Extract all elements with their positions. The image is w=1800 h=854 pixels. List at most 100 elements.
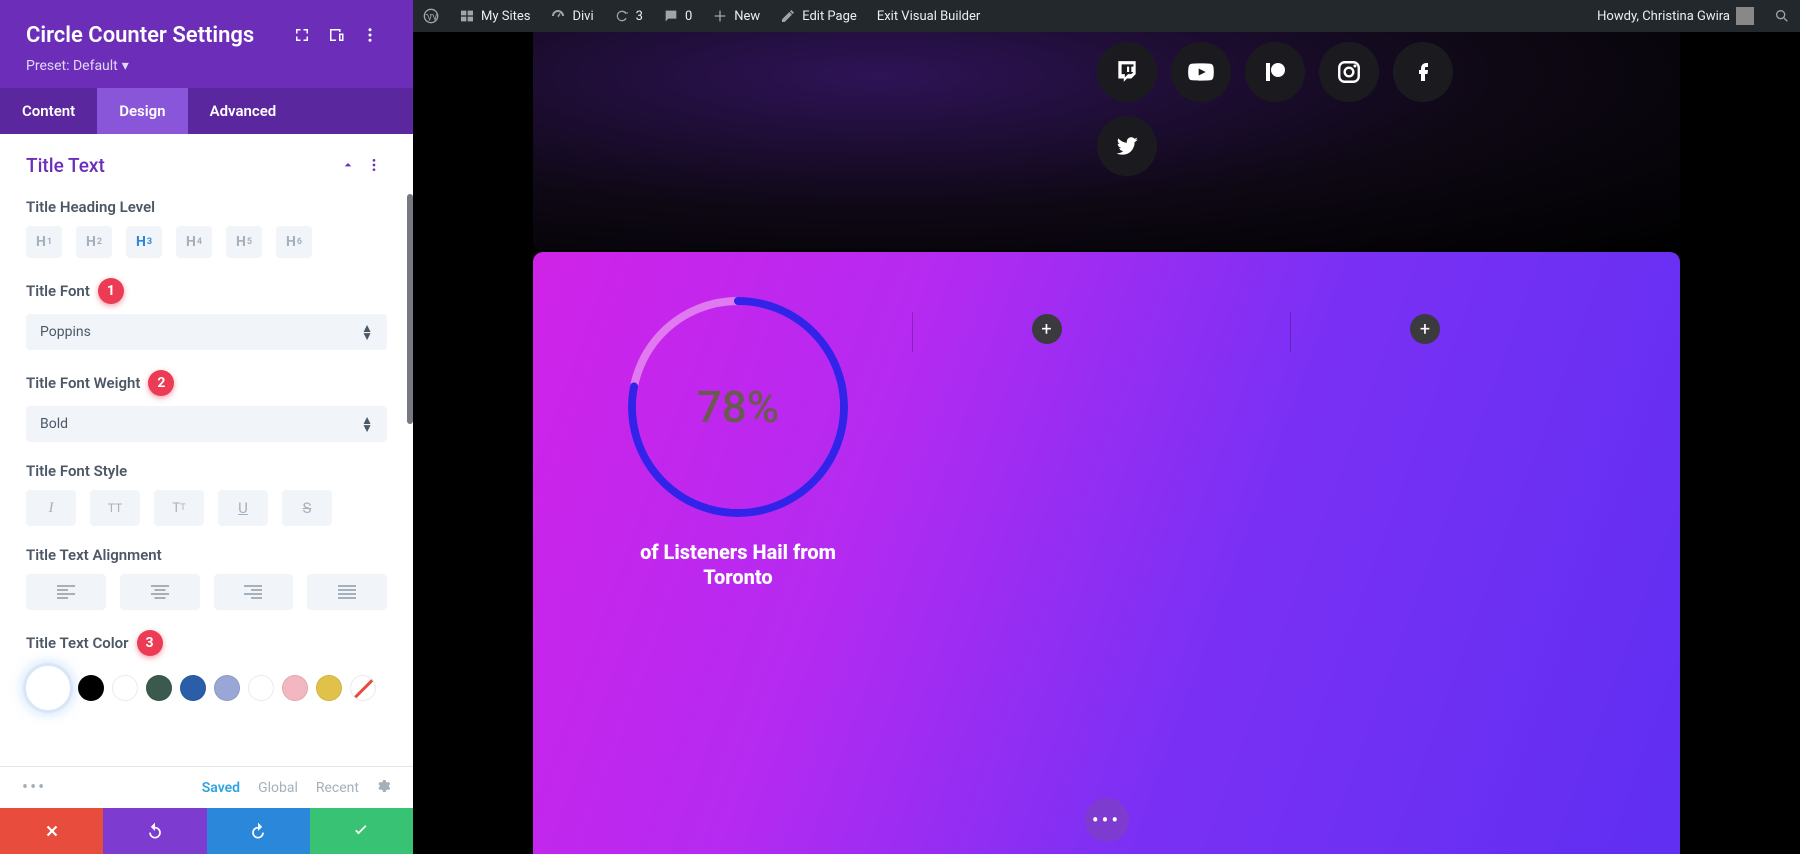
wp-my-sites-label: My Sites: [481, 9, 530, 24]
social-facebook[interactable]: [1393, 42, 1453, 102]
tab-content[interactable]: Content: [0, 88, 97, 134]
title-font-weight-select[interactable]: Bold ▲▼: [26, 406, 387, 442]
title-font-weight-label: Title Font Weight: [26, 374, 140, 392]
builder-fab[interactable]: •••: [1085, 798, 1129, 842]
wp-howdy-label: Howdy, Christina Gwira: [1597, 9, 1730, 24]
swatch-white[interactable]: [112, 675, 138, 701]
save-button[interactable]: [310, 808, 413, 854]
title-font-select[interactable]: Poppins ▲▼: [26, 314, 387, 350]
wp-search[interactable]: [1764, 0, 1800, 32]
wp-updates[interactable]: 3: [604, 0, 653, 32]
option-title-font: Title Font 1 Poppins ▲▼: [0, 268, 413, 360]
wp-comments[interactable]: 0: [653, 0, 702, 32]
updates-icon: [614, 8, 630, 24]
title-font-label: Title Font: [26, 282, 90, 300]
wp-site-label: Divi: [572, 9, 593, 24]
section-more-icon[interactable]: [361, 152, 387, 178]
title-font-weight-value: Bold: [40, 416, 361, 432]
swatch-white2[interactable]: [248, 675, 274, 701]
swatch-pink[interactable]: [282, 675, 308, 701]
search-icon: [1774, 8, 1790, 24]
social-twitter[interactable]: [1097, 116, 1157, 176]
bottom-link-global[interactable]: Global: [258, 780, 298, 796]
add-module-2[interactable]: +: [1410, 314, 1440, 344]
add-module-1[interactable]: +: [1032, 314, 1062, 344]
collapse-icon[interactable]: [335, 152, 361, 178]
heading-h4[interactable]: H4: [176, 226, 212, 258]
circle-counter-module[interactable]: 78% of Listeners Hail from Toronto: [613, 292, 863, 590]
option-title-alignment: Title Text Alignment: [0, 536, 413, 620]
style-strikethrough[interactable]: S: [282, 490, 332, 526]
option-heading-level: Title Heading Level H1 H2 H3 H4 H5 H6: [0, 188, 413, 268]
chevron-down-icon: ▾: [122, 58, 129, 74]
align-left[interactable]: [26, 574, 106, 610]
style-italic[interactable]: I: [26, 490, 76, 526]
align-justify[interactable]: [307, 574, 387, 610]
cancel-button[interactable]: [0, 808, 103, 854]
align-right[interactable]: [214, 574, 294, 610]
swatch-green[interactable]: [146, 675, 172, 701]
badge-3: 3: [137, 630, 163, 656]
social-row-2: [1097, 116, 1157, 176]
tab-advanced[interactable]: Advanced: [188, 88, 299, 134]
heading-h3[interactable]: H3: [126, 226, 162, 258]
heading-h6[interactable]: H6: [276, 226, 312, 258]
wp-new[interactable]: New: [702, 0, 770, 32]
swatch-blue[interactable]: [180, 675, 206, 701]
section-header: Title Text: [0, 134, 413, 188]
swatch-gold[interactable]: [316, 675, 342, 701]
swatch-lavender[interactable]: [214, 675, 240, 701]
bottom-link-recent[interactable]: Recent: [316, 780, 359, 796]
social-row-1: [1097, 42, 1453, 102]
dark-hero-panel: [533, 32, 1680, 250]
plus-icon: [712, 8, 728, 24]
section-title: Title Text: [26, 154, 335, 177]
wp-logo[interactable]: [413, 0, 449, 32]
swatch-none[interactable]: [350, 675, 376, 701]
responsive-icon[interactable]: [319, 18, 353, 52]
wp-admin-bar: My Sites Divi 3 0 New Edit Page Exit Vis…: [413, 0, 1800, 32]
style-smallcaps[interactable]: TT: [154, 490, 204, 526]
wp-site[interactable]: Divi: [540, 0, 603, 32]
redo-button[interactable]: [207, 808, 310, 854]
wp-my-sites[interactable]: My Sites: [449, 0, 540, 32]
wp-edit-page[interactable]: Edit Page: [770, 0, 867, 32]
social-youtube[interactable]: [1171, 42, 1231, 102]
sidebar-bottom-bar: ••• Saved Global Recent: [0, 766, 413, 808]
social-patreon[interactable]: [1245, 42, 1305, 102]
badge-1: 1: [98, 278, 124, 304]
swatch-black[interactable]: [78, 675, 104, 701]
more-icon[interactable]: [353, 18, 387, 52]
wp-howdy[interactable]: Howdy, Christina Gwira: [1587, 0, 1764, 32]
gradient-panel: + + 78% of Listeners Hail from Toronto: [533, 252, 1680, 854]
heading-h5[interactable]: H5: [226, 226, 262, 258]
align-center[interactable]: [120, 574, 200, 610]
heading-level-row: H1 H2 H3 H4 H5 H6: [26, 226, 387, 258]
wp-exit-builder[interactable]: Exit Visual Builder: [867, 0, 990, 32]
style-uppercase[interactable]: TT: [90, 490, 140, 526]
expand-icon[interactable]: [285, 18, 319, 52]
preset-dropdown[interactable]: Preset: Default ▾: [26, 58, 129, 74]
sidebar-tabs: Content Design Advanced: [0, 88, 413, 134]
circle-counter-title: of Listeners Hail from Toronto: [613, 540, 863, 590]
bottom-link-saved[interactable]: Saved: [202, 780, 240, 796]
tab-design[interactable]: Design: [97, 88, 187, 134]
social-instagram[interactable]: [1319, 42, 1379, 102]
font-style-row: I TT TT U S: [26, 490, 387, 526]
select-caret-icon: ▲▼: [361, 416, 373, 432]
color-swatch-row: [26, 666, 387, 710]
heading-h2[interactable]: H2: [76, 226, 112, 258]
scrollbar[interactable]: [407, 194, 413, 424]
more-dots-icon[interactable]: •••: [22, 777, 46, 798]
swatch-current[interactable]: [26, 666, 70, 710]
undo-button[interactable]: [103, 808, 206, 854]
style-underline[interactable]: U: [218, 490, 268, 526]
social-twitch[interactable]: [1097, 42, 1157, 102]
wp-comments-count: 0: [685, 9, 692, 24]
heading-h1[interactable]: H1: [26, 226, 62, 258]
wp-edit-label: Edit Page: [802, 9, 857, 24]
settings-sidebar: Circle Counter Settings Preset: Default …: [0, 0, 413, 854]
gear-icon[interactable]: [375, 778, 391, 798]
divider-1: [912, 312, 913, 352]
sidebar-header: Circle Counter Settings Preset: Default …: [0, 0, 413, 88]
